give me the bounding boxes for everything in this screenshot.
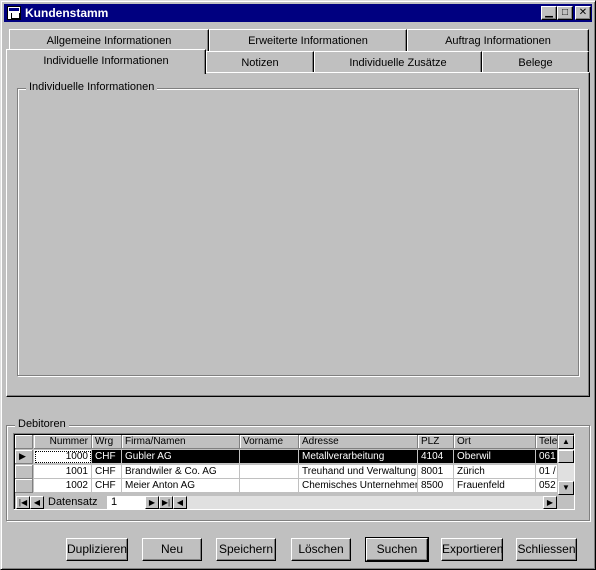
close-button[interactable]: ✕ (575, 6, 591, 20)
column-header[interactable]: Nummer (34, 435, 92, 449)
individual-info-group: Individuelle Informationen (17, 81, 579, 376)
group-legend: Individuelle Informationen (26, 81, 158, 93)
tab-label: Belege (518, 57, 553, 69)
hscroll-left-button[interactable]: ◀ (173, 496, 187, 509)
export-button[interactable]: Exportieren (441, 538, 503, 561)
first-icon: |◀ (18, 498, 28, 507)
table-cell[interactable]: Treuhand und Verwaltung (299, 464, 418, 479)
scroll-up-button[interactable]: ▲ (558, 435, 574, 449)
delete-button[interactable]: Löschen (291, 538, 351, 561)
next-record-button[interactable]: ▶ (145, 496, 159, 509)
arrow-left-icon: ◀ (176, 498, 184, 507)
row-selector[interactable]: ▶ (15, 450, 33, 464)
tab-auftrag-informationen[interactable]: Auftrag Informationen (407, 29, 589, 52)
app-icon[interactable] (7, 6, 21, 20)
table-cell[interactable]: Oberwil (454, 450, 536, 464)
tab-label: Individuelle Informationen (43, 55, 169, 67)
column-header[interactable]: Telef (536, 435, 558, 449)
tab-individuelle-informationen[interactable]: Individuelle Informationen (6, 49, 206, 74)
first-record-button[interactable]: |◀ (16, 496, 30, 509)
table-cell[interactable]: Gubler AG (122, 450, 240, 464)
tab-individuelle-zusaetze[interactable]: Individuelle Zusätze (314, 51, 482, 74)
hscroll-right-button[interactable]: ▶ (543, 496, 557, 509)
minimize-button[interactable]: ▁ (541, 6, 557, 20)
table-cell[interactable]: 052 (536, 479, 558, 493)
table-cell[interactable]: CHF (92, 464, 122, 479)
duplicate-button[interactable]: Duplizieren (66, 538, 128, 561)
close-form-button[interactable]: Schliessen (516, 538, 577, 561)
table-cell[interactable]: 1000 (34, 450, 92, 464)
main-window: Kundenstamm ▁ □ ✕ Allgemeine Information… (0, 0, 596, 570)
column-header[interactable]: Ort (454, 435, 536, 449)
minimize-icon: ▁ (545, 7, 553, 18)
row-selector[interactable] (15, 479, 33, 493)
tab-erweiterte-informationen[interactable]: Erweiterte Informationen (209, 29, 407, 52)
scroll-down-button[interactable]: ▼ (558, 481, 574, 495)
window-title: Kundenstamm (25, 6, 109, 20)
column-header[interactable]: Vorname (240, 435, 299, 449)
arrow-right-icon: ▶ (546, 498, 554, 507)
arrow-down-icon: ▼ (562, 483, 570, 492)
grid-hscroll[interactable] (187, 496, 543, 509)
column-header[interactable]: Adresse (299, 435, 418, 449)
arrow-up-icon: ▲ (562, 437, 570, 446)
save-button[interactable]: Speichern (216, 538, 276, 561)
maximize-icon: □ (561, 7, 569, 18)
debitoren-grid[interactable]: Nummer Wrg Firma/Namen Vorname Adresse PLZ Ort… (13, 433, 575, 510)
table-cell[interactable]: 4104 (418, 450, 454, 464)
search-button[interactable]: Suchen (365, 537, 429, 562)
table-cell[interactable]: CHF (92, 450, 122, 464)
table-cell[interactable]: 01 / (536, 464, 558, 479)
table-cell[interactable]: 1001 (34, 464, 92, 479)
scroll-thumb[interactable] (558, 450, 574, 463)
table-cell[interactable]: Metallverarbeitung (299, 450, 418, 464)
table-cell[interactable]: Chemisches Unternehmen (299, 479, 418, 493)
record-number-field[interactable]: 1 (107, 496, 145, 509)
table-cell[interactable] (240, 464, 299, 479)
table-cell[interactable]: Frauenfeld (454, 479, 536, 493)
tab-label: Erweiterte Informationen (248, 35, 368, 47)
row-selector[interactable] (15, 464, 33, 479)
maximize-button[interactable]: □ (557, 6, 573, 20)
table-cell[interactable]: Zürich (454, 464, 536, 479)
current-row-icon: ▶ (19, 451, 26, 461)
record-label: Datensatz (48, 496, 98, 508)
table-cell[interactable]: Brandwiler & Co. AG (122, 464, 240, 479)
title-bar[interactable]: Kundenstamm ▁ □ ✕ (4, 4, 592, 22)
tab-panel: Individuelle Informationen (6, 72, 590, 397)
table-cell[interactable] (240, 450, 299, 464)
tab-label: Notizen (241, 57, 279, 69)
column-header[interactable]: PLZ (418, 435, 454, 449)
table-cell[interactable]: 8500 (418, 479, 454, 493)
table-cell[interactable]: 1002 (34, 479, 92, 493)
last-record-button[interactable]: ▶| (159, 496, 173, 509)
table-cell[interactable] (240, 479, 299, 493)
grid-corner (15, 435, 33, 449)
table-cell[interactable]: 8001 (418, 464, 454, 479)
prev-record-button[interactable]: ◀ (30, 496, 44, 509)
tab-label: Allgemeine Informationen (46, 35, 172, 47)
new-button[interactable]: Neu (142, 538, 202, 561)
prev-icon: ◀ (33, 498, 41, 507)
column-header[interactable]: Wrg (92, 435, 122, 449)
table-cell[interactable]: 061 (536, 450, 558, 464)
last-icon: ▶| (161, 498, 171, 507)
close-icon: ✕ (578, 7, 588, 18)
table-cell[interactable]: Meier Anton AG (122, 479, 240, 493)
next-icon: ▶ (148, 498, 156, 507)
table-cell[interactable]: CHF (92, 479, 122, 493)
tab-label: Individuelle Zusätze (349, 57, 447, 69)
tab-belege[interactable]: Belege (482, 51, 589, 74)
column-header[interactable]: Firma/Namen (122, 435, 240, 449)
tab-label: Auftrag Informationen (445, 35, 551, 47)
tab-notizen[interactable]: Notizen (206, 51, 314, 74)
group-legend: Debitoren (15, 418, 69, 430)
